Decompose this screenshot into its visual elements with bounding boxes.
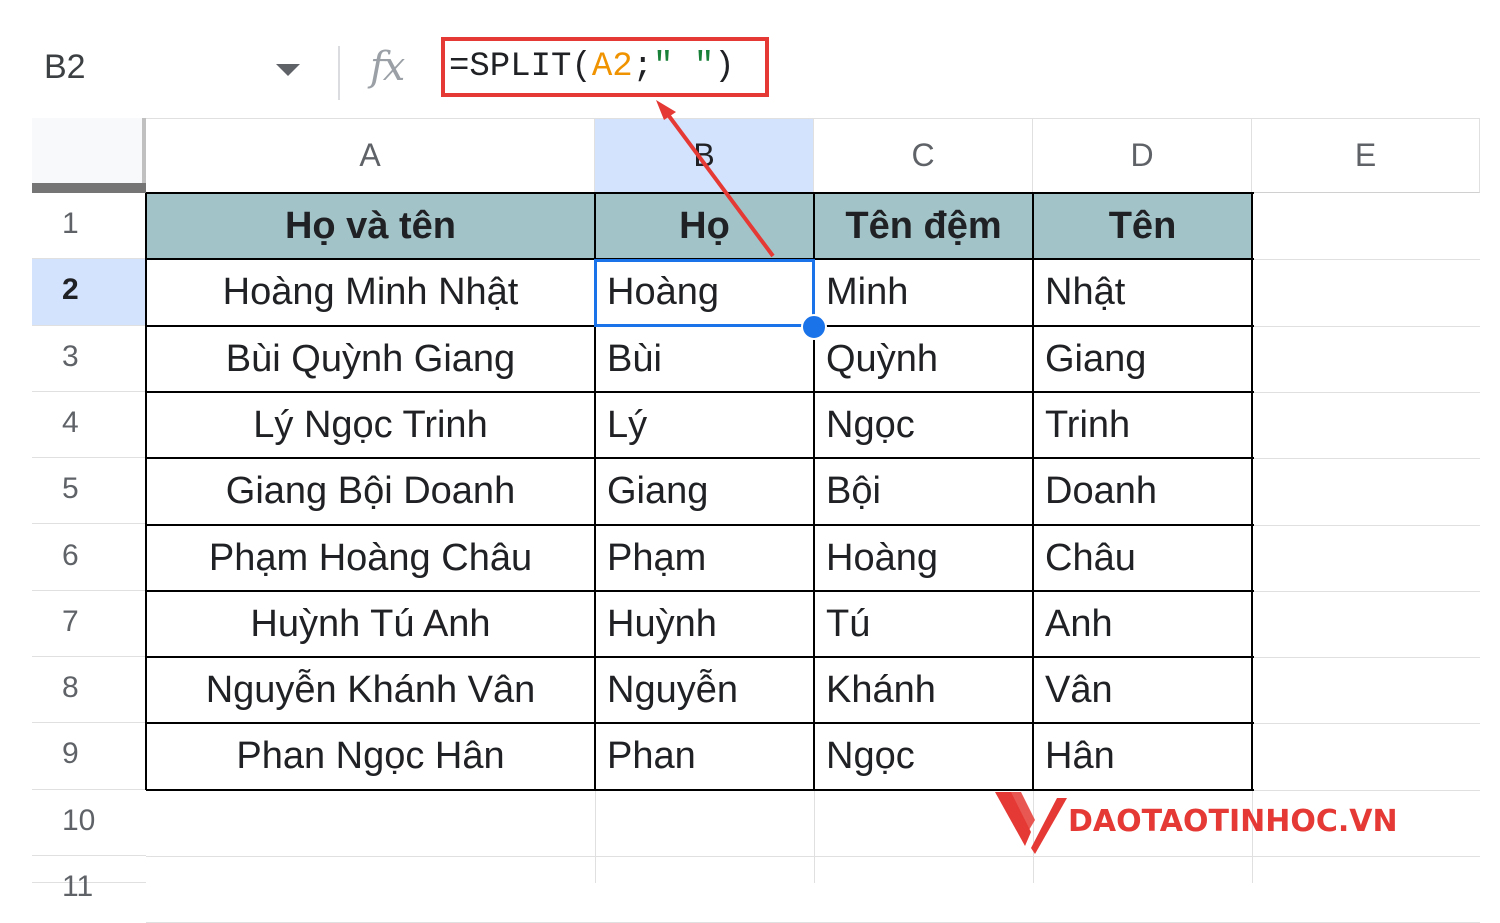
brand-logo-text: DAOTAOTINHOC.VN	[1068, 804, 1398, 839]
brand-logo-icon	[995, 792, 1067, 854]
annotation-arrow	[656, 100, 775, 258]
